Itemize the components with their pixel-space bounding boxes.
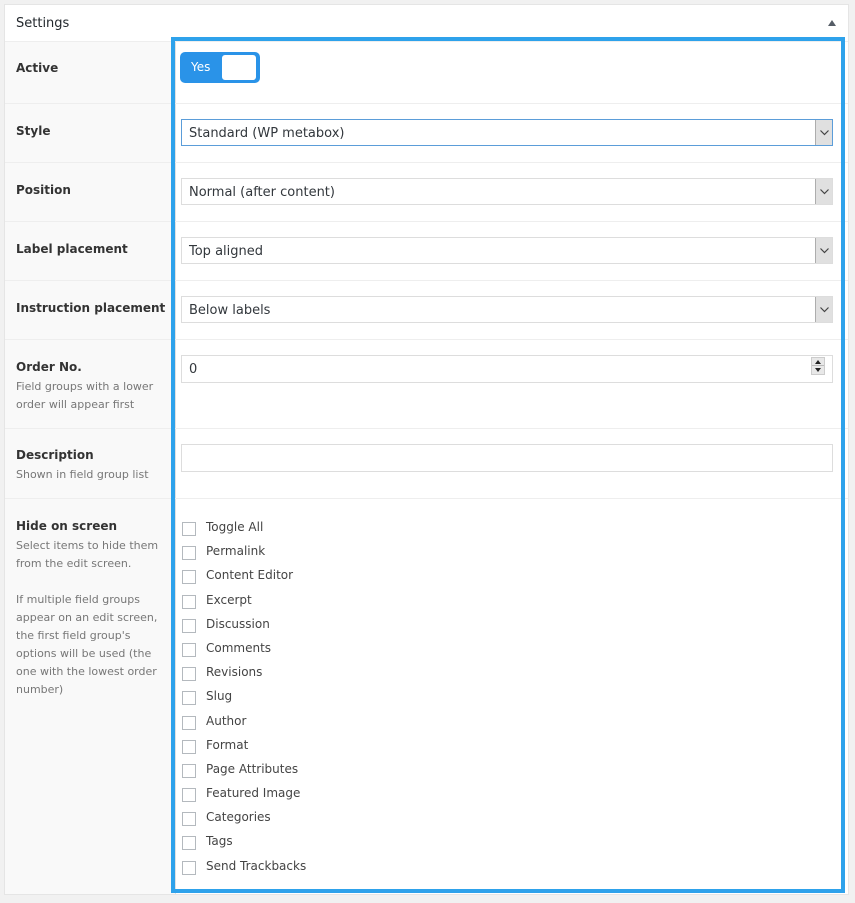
row-active: Active [5, 41, 848, 104]
order-no-spinner[interactable] [811, 357, 825, 375]
checkbox[interactable] [182, 788, 196, 803]
spinner-down-icon[interactable] [815, 368, 821, 372]
chevron-down-icon [815, 120, 832, 145]
chevron-down-icon [815, 297, 832, 322]
instruction-placement-select[interactable]: Below labels [181, 296, 833, 323]
style-select-value: Standard (WP metabox) [189, 126, 345, 141]
metabox-title: Settings [16, 16, 70, 31]
checkbox[interactable] [182, 836, 196, 851]
style-select[interactable]: Standard (WP metabox) [181, 119, 833, 146]
description-input[interactable] [181, 444, 833, 472]
checkbox[interactable] [182, 667, 196, 682]
hide-on-screen-description: Select items to hide them from the edit … [16, 539, 159, 570]
position-select-value: Normal (after content) [189, 185, 335, 200]
order-no-label: Order No. [16, 360, 82, 374]
hide-on-screen-note: If multiple field groups appear on an ed… [16, 593, 158, 696]
chevron-down-icon [815, 179, 832, 204]
checkbox[interactable] [182, 715, 196, 730]
chevron-down-icon [815, 238, 832, 263]
instruction-placement-select-value: Below labels [189, 303, 271, 318]
position-label: Position [16, 183, 71, 197]
label-placement-select[interactable]: Top aligned [181, 237, 833, 264]
switch-knob [222, 55, 256, 80]
checkbox[interactable] [182, 594, 196, 609]
triangle-up-icon[interactable] [828, 20, 836, 26]
label-placement-label: Label placement [16, 242, 128, 256]
switch-label: Yes [191, 60, 211, 74]
active-label: Active [16, 61, 59, 75]
checkbox[interactable] [182, 570, 196, 585]
description-description: Shown in field group list [16, 468, 149, 481]
instruction-placement-label: Instruction placement [16, 301, 166, 315]
checkbox[interactable] [182, 691, 196, 706]
hide-on-screen-label: Hide on screen [16, 519, 118, 533]
row-hide-on-screen: Hide on screen Select items to hide them… [5, 498, 848, 894]
position-select[interactable]: Normal (after content) [181, 178, 833, 205]
style-label: Style [16, 124, 51, 138]
checkbox[interactable] [182, 860, 196, 875]
checkbox[interactable] [182, 618, 196, 633]
checkbox[interactable] [182, 812, 196, 827]
spinner-up-icon[interactable] [815, 360, 821, 364]
checkbox[interactable] [182, 546, 196, 561]
checkbox[interactable] [182, 763, 196, 778]
checkbox[interactable] [182, 522, 196, 536]
active-switch[interactable]: Yes [180, 52, 260, 83]
metabox-header[interactable]: Settings [5, 5, 848, 42]
checkbox[interactable] [182, 642, 196, 657]
order-no-input[interactable] [181, 355, 833, 383]
label-placement-select-value: Top aligned [189, 244, 264, 259]
row-order-no: Order No. Field groups with a lower orde… [5, 339, 848, 429]
description-label: Description [16, 448, 94, 462]
order-no-description: Field groups with a lower order will app… [16, 380, 154, 411]
checkbox[interactable] [182, 739, 196, 754]
